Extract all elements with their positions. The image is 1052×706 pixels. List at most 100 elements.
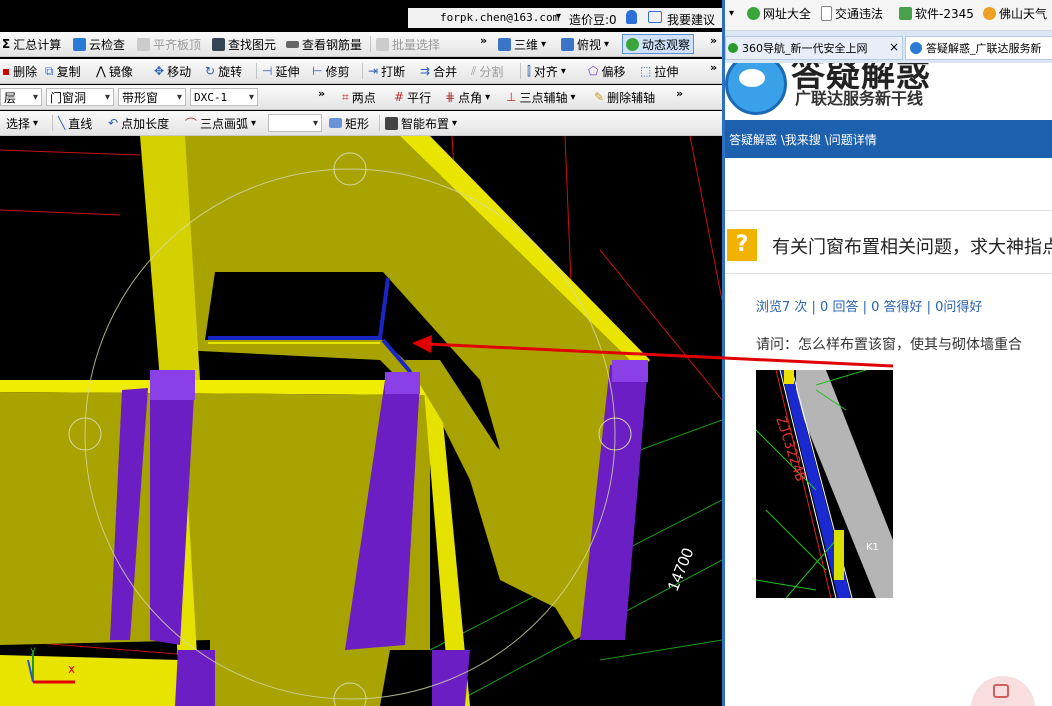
eraser-icon: ✎ (594, 90, 605, 104)
account-dropdown-icon[interactable]: ▾ (556, 11, 561, 22)
bell-icon[interactable] (626, 10, 637, 24)
like-button[interactable] (971, 676, 1035, 706)
toolbar-more-2[interactable]: » (710, 61, 717, 74)
window-select[interactable]: 带形窗 (118, 88, 186, 107)
thumbs-up-icon (993, 684, 1009, 698)
tab-360-nav[interactable]: 360导航_新一代安全上网 × (725, 36, 903, 60)
site-header: 答疑解惑 广联达服务新干线 (725, 63, 1052, 118)
toolbar-properties: 层 门窗洞 带形窗 DXC-1 » ⌗两点 #平行 ⋕点角▾ ⊥三点辅轴▾ ✎删… (0, 85, 722, 110)
smart-layout-button[interactable]: 智能布置 ▾ (385, 111, 457, 135)
account-email[interactable]: forpk.chen@163.com (440, 11, 559, 24)
flush-slab-button[interactable]: 平齐板顶 (137, 32, 201, 56)
3d-view-button[interactable]: 三维 ▾ (498, 32, 546, 56)
select-button[interactable]: 选择 ▾ (6, 111, 38, 135)
bookmark-weather[interactable]: 佛山天气 (983, 5, 1047, 22)
delete-axis-button[interactable]: ✎ 删除辅轴 (594, 85, 655, 109)
break-icon: ⇥ (368, 64, 379, 78)
merge-button[interactable]: ⇉ 合并 (420, 59, 457, 83)
rectangle-button[interactable]: 矩形 (329, 111, 369, 135)
split-icon: ⫽ (471, 63, 477, 78)
batch-select-button[interactable]: 批量选择 (376, 32, 440, 56)
trim-button[interactable]: ⊢ 修剪 (312, 59, 349, 83)
bookmark-traffic[interactable]: 交通违法 (821, 5, 883, 22)
bookmarks-menu-icon[interactable]: ▾ (729, 8, 734, 19)
chevron-down-icon: ▾ (570, 91, 576, 103)
mirror-icon: ⋀ (96, 64, 106, 78)
toolbar-more-3[interactable]: » (318, 87, 325, 100)
question-attachment-image[interactable]: ZJC3224B K1 (756, 370, 893, 598)
stretch-button[interactable]: ⬚ 拉伸 (640, 59, 678, 83)
ie-icon (910, 42, 922, 54)
two-point-axis-button[interactable]: ⌗ 两点 (342, 85, 376, 109)
offset-button[interactable]: ⬠ 偏移 (588, 59, 625, 83)
browser-window: ▾ 网址大全 交通违法 软件-2345 佛山天气 360导航_新一代安全上网 ×… (725, 0, 1052, 706)
cloud-check-button[interactable]: 云检查 (73, 32, 125, 56)
three-point-axis-button[interactable]: ⊥ 三点辅轴 ▾ (506, 85, 576, 109)
find-element-button[interactable]: 查找图元 (212, 32, 276, 56)
layer-select[interactable]: 层 (0, 88, 42, 107)
trim-icon: ⊢ (312, 64, 323, 78)
axis-icon: ⌗ (342, 89, 349, 104)
rectangle-icon (329, 118, 342, 128)
beans-count: 造价豆:0 (569, 13, 617, 27)
top-view-icon (561, 37, 574, 51)
suggest-button[interactable]: 我要建议 (667, 11, 715, 28)
top-view-button[interactable]: 俯视 ▾ (561, 32, 609, 56)
slab-icon (137, 37, 150, 51)
rotate-icon: ↻ (205, 64, 216, 78)
dynamic-orbit-button[interactable]: 动态观察 (622, 34, 695, 54)
cube-icon (498, 37, 511, 51)
360-icon (728, 43, 738, 53)
sigma-icon: Σ (2, 37, 11, 51)
move-button[interactable]: ✥ 移动 (154, 59, 191, 83)
close-icon[interactable]: × (888, 40, 899, 54)
rebar-quantity-button[interactable]: 查看钢筋量 (286, 32, 362, 56)
weather-icon (983, 7, 996, 20)
toolbar-more-1b[interactable]: » (710, 34, 717, 47)
chevron-down-icon: ▾ (541, 38, 547, 50)
parallel-axis-button[interactable]: # 平行 (394, 85, 431, 109)
bookmark-software[interactable]: 软件-2345 (899, 5, 974, 22)
break-button[interactable]: ⇥ 打断 (368, 59, 405, 83)
delete-button[interactable]: ▪ 删除 (2, 59, 37, 83)
toolbar-more-1[interactable]: » (480, 34, 487, 47)
question-mark-icon: ? (727, 229, 757, 261)
align-icon: ⫿ (527, 63, 531, 78)
copy-button[interactable]: ⧉ 复制 (45, 59, 81, 83)
3d-viewport[interactable]: 14700 x y (0, 136, 722, 706)
type-select[interactable]: 门窗洞 (46, 88, 114, 107)
breadcrumb-text[interactable]: 答疑解惑 \我来搜 \问题详情 (729, 131, 877, 148)
point-angle-button[interactable]: ⋕ 点角 ▾ (445, 85, 490, 109)
toolbar-main: Σ 汇总计算 云检查 平齐板顶 查找图元 查看钢筋量 批量选择 » 三维 ▾ 俯视 ▾… (0, 32, 722, 57)
line-icon: ╲ (58, 116, 66, 130)
three-point-arc-button[interactable]: ⌒ 三点画弧 ▾ (185, 111, 256, 135)
check-icon (73, 37, 86, 51)
smart-layout-icon (385, 116, 398, 130)
line-button[interactable]: ╲ 直线 (58, 111, 92, 135)
split-button[interactable]: ⫽ 分割 (471, 59, 503, 83)
align-button[interactable]: ⫿ 对齐 ▾ (527, 59, 566, 83)
arc-icon: ⌒ (185, 116, 198, 131)
software-icon (899, 7, 912, 20)
point-length-button[interactable]: ↶ 点加长度 (108, 111, 169, 135)
summary-calc-button[interactable]: Σ 汇总计算 (2, 32, 61, 56)
suggest-icon[interactable] (648, 11, 662, 23)
mirror-button[interactable]: ⋀ 镜像 (96, 59, 133, 83)
code-select[interactable]: DXC-1 (190, 88, 258, 107)
arc-options-select[interactable] (268, 114, 322, 133)
bookmarks-bar: ▾ 网址大全 交通违法 软件-2345 佛山天气 (725, 0, 1052, 31)
chevron-down-icon: ▾ (560, 65, 566, 77)
tab-qa[interactable]: 答疑解惑_广联达服务新 (905, 36, 1052, 60)
rotate-button[interactable]: ↻ 旋转 (205, 59, 242, 83)
bookmark-nav[interactable]: 网址大全 (747, 5, 811, 22)
extend-button[interactable]: ⊣ 延伸 (262, 59, 299, 83)
cad-application: 14700 x y forpk.chen@163.com ▾ 造价豆:0 我要建… (0, 0, 722, 706)
merge-icon: ⇉ (420, 64, 431, 78)
breadcrumb: 答疑解惑 \我来搜 \问题详情 (725, 120, 1052, 158)
question-stats[interactable]: 浏览7 次 | 0 回答 | 0 答得好 | 0问得好 (756, 296, 982, 315)
toolbar-more-3b[interactable]: » (676, 87, 683, 100)
stretch-icon: ⬚ (640, 64, 652, 78)
chevron-down-icon: ▾ (485, 91, 491, 103)
chevron-down-icon: ▾ (33, 117, 39, 129)
nav-site-icon (747, 7, 760, 20)
